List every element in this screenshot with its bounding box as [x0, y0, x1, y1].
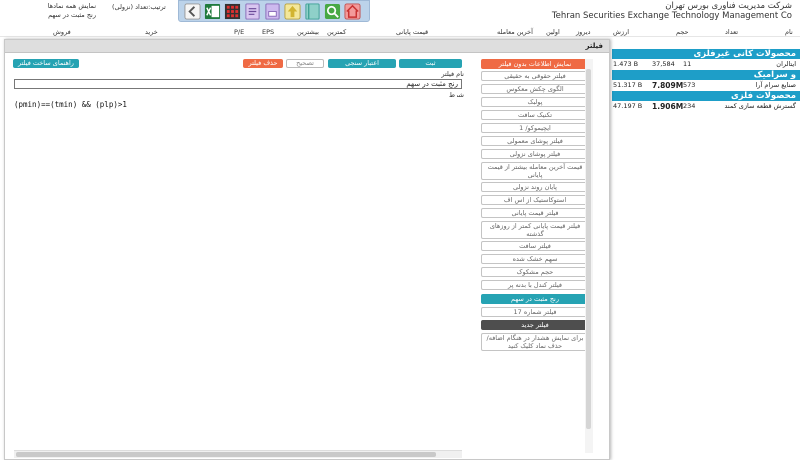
cell-value: 1.473 B [613, 60, 639, 68]
col-buy[interactable]: خرید [145, 28, 158, 36]
filter-item-no-filter[interactable]: نمایش اطلاعات بدون فیلتر [481, 59, 589, 69]
book-icon[interactable] [303, 2, 321, 20]
table-row[interactable]: 47.197 B 1.906M 234 گسترش قطعه سازی کمند [612, 101, 800, 112]
cell-value: 51.317 B [613, 81, 643, 89]
scrollbar-thumb[interactable] [586, 69, 591, 429]
filter-item[interactable]: حجم مشکوک [481, 267, 589, 277]
cell-count: 11 [683, 60, 692, 68]
filter-item[interactable]: فیلتر شماره 17 [481, 307, 589, 317]
dialog-title-bar[interactable]: فیلتر [5, 40, 609, 53]
search-icon[interactable] [323, 2, 341, 20]
filter-name-input[interactable]: رنج مثبت در سهم [14, 79, 462, 89]
column-header-row: نام تعداد حجم ارزش دیروز اولین آخرین معا… [0, 27, 800, 37]
filter-item[interactable]: فیلتر قیمت پایانی [481, 208, 589, 218]
filter-item[interactable]: سهم خشک شده [481, 254, 589, 264]
col-sell[interactable]: فروش [53, 28, 71, 36]
col-max[interactable]: بیشترین [297, 28, 319, 36]
scrollbar-thumb[interactable] [16, 452, 436, 457]
filter-item[interactable]: پایان روند نزولی [481, 182, 589, 192]
filter-name-label: نام فیلتر [441, 70, 464, 78]
filter-item[interactable]: الگوی چکش معکوس [481, 84, 589, 94]
table-row[interactable]: 51.317 B 7.809M 573 صنایع سرام آرا [612, 80, 800, 91]
sort-label[interactable]: ترتیب:تعداد (نزولی) [112, 3, 166, 11]
arrow-left-icon[interactable] [183, 2, 201, 20]
home-icon[interactable] [343, 2, 361, 20]
backtest-button[interactable]: اعتبار سنجی [328, 59, 396, 68]
filter-item[interactable]: فیلتر قیمت پایانی کمتر از روزهای گذشته [481, 221, 589, 239]
col-name[interactable]: نام [785, 28, 793, 36]
condition-textarea[interactable]: (pmin)==(tmin) && (plp)>1 [14, 97, 462, 415]
col-min[interactable]: کمترین [327, 28, 346, 36]
excel-icon[interactable] [203, 2, 221, 20]
filter-item[interactable]: فیلتر پوشای نزولی [481, 149, 589, 159]
show-all-line1: نمایش همه نمادها [47, 2, 96, 10]
toolbar [178, 0, 370, 22]
cell-volume: 1.906M [652, 102, 684, 111]
cell-count: 573 [683, 81, 696, 89]
filter-item[interactable]: فیلتر سافت [481, 241, 589, 251]
edit-button[interactable]: تصحیح [286, 59, 324, 68]
company-title-en: Tehran Securities Exchange Technology Ma… [551, 11, 792, 21]
cell-volume: 7.809M [652, 81, 684, 90]
show-all-line2: رنج مثبت در سهم [48, 11, 96, 19]
save-button[interactable]: ثبت [399, 59, 462, 68]
filter-guide-button[interactable]: راهنمای ساخت فیلتر [13, 59, 79, 68]
filter-item[interactable]: فیلتر پوشای معمولی [481, 136, 589, 146]
company-title: شرکت مدیریت فناوری بورس تهران Tehran Sec… [552, 1, 792, 21]
condition-text: (pmin)==(tmin) && (plp)>1 [14, 100, 127, 109]
filter-item[interactable]: قیمت آخرین معامله بیشتر از قیمت پایانی [481, 162, 589, 180]
cell-name: صنایع سرام آرا [755, 81, 796, 89]
app-window: نمایش همه نمادها رنج مثبت در سهم ترتیب:ت… [0, 0, 800, 460]
cell-name: ایتالران [776, 60, 796, 68]
col-count[interactable]: تعداد [725, 28, 738, 36]
cell-count: 234 [683, 102, 696, 110]
report-icon[interactable] [243, 2, 261, 20]
filter-item[interactable]: استوکاستیک از اس اف [481, 195, 589, 205]
show-all-symbols[interactable]: نمایش همه نمادها رنج مثبت در سهم [4, 2, 96, 24]
section-header: محصولات کانی غیرفلزی [612, 49, 800, 59]
horizontal-scrollbar[interactable] [14, 450, 462, 458]
col-closing-price[interactable]: قیمت پایانی [396, 28, 428, 36]
col-value[interactable]: ارزش [613, 28, 629, 36]
cell-volume: 37,584 [652, 60, 675, 68]
delete-filter-button[interactable]: حذف فیلتر [243, 59, 283, 68]
col-last-trade[interactable]: آخرین معامله [497, 28, 533, 36]
filter-item[interactable]: ایچیموکو/ 1 [481, 123, 589, 133]
filter-item-selected[interactable]: رنج مثبت در سهم [481, 294, 589, 304]
filter-item[interactable]: فیلتر کندل با بدنه پر [481, 280, 589, 290]
table-row[interactable]: 1.473 B 37,584 11 ایتالران [612, 59, 800, 70]
filter-item[interactable]: تکنیک سافت [481, 110, 589, 120]
cell-name: گسترش قطعه سازی کمند [724, 102, 796, 110]
dialog-title: فیلتر [585, 42, 603, 50]
filter-item[interactable]: پولبک [481, 97, 589, 107]
col-pe[interactable]: P/E [234, 28, 244, 36]
top-header: نمایش همه نمادها رنج مثبت در سهم ترتیب:ت… [0, 0, 800, 26]
col-first[interactable]: اولین [546, 28, 560, 36]
cell-value: 47.197 B [613, 102, 643, 110]
new-filter-button[interactable]: فیلتر جدید [481, 320, 589, 330]
print-icon[interactable] [263, 2, 281, 20]
filter-list-scrollbar[interactable] [585, 59, 593, 453]
section-header: محصولات فلزی [612, 91, 800, 101]
alert-toggle-item[interactable]: برای نمایش هشدار در هنگام اضافه/حذف نماد… [481, 333, 589, 351]
market-table: محصولات کانی غیرفلزی 1.473 B 37,584 11 ا… [612, 44, 800, 460]
filter-dialog: فیلتر راهنمای ساخت فیلتر حذف فیلتر تصحیح… [4, 39, 610, 460]
up-arrow-icon[interactable] [283, 2, 301, 20]
col-yesterday[interactable]: دیروز [576, 28, 591, 36]
filter-item[interactable]: فیلتر حقوقی به حقیقی [481, 71, 589, 81]
company-title-fa: شرکت مدیریت فناوری بورس تهران [665, 1, 792, 11]
section-header: و سرامیک [612, 70, 800, 80]
filter-list: نمایش اطلاعات بدون فیلتر فیلتر حقوقی به … [478, 59, 592, 453]
col-eps[interactable]: EPS [262, 28, 274, 36]
col-volume[interactable]: حجم [676, 28, 689, 36]
grid-icon[interactable] [223, 2, 241, 20]
